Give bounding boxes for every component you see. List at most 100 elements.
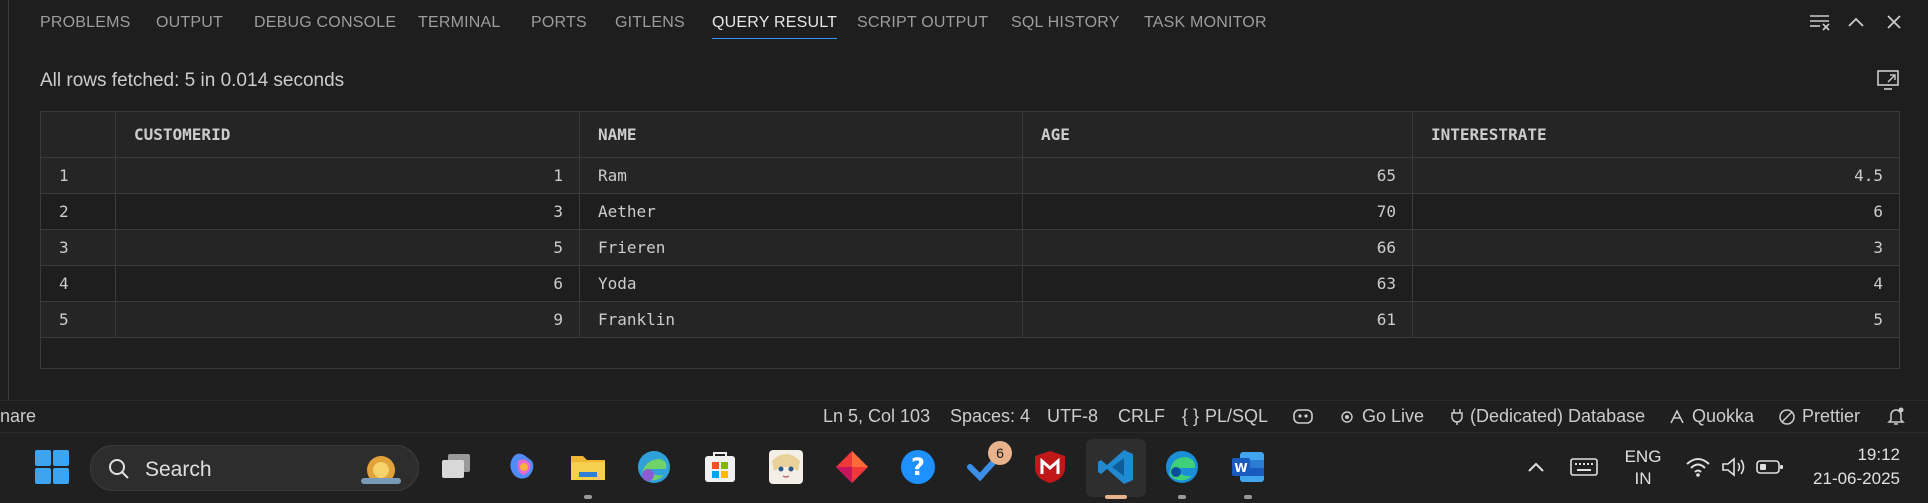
running-indicator bbox=[1178, 495, 1186, 499]
maximize-panel-icon[interactable] bbox=[1844, 10, 1868, 34]
row-index: 2 bbox=[41, 194, 116, 229]
start-icon[interactable] bbox=[32, 447, 72, 487]
file-explorer-icon[interactable] bbox=[568, 447, 608, 499]
taskbar-search-box[interactable]: Search bbox=[90, 445, 419, 491]
table-row[interactable]: 4 6 Yoda 63 4 bbox=[41, 266, 1899, 302]
vscode-icon[interactable] bbox=[1096, 447, 1136, 499]
copilot-icon[interactable] bbox=[502, 447, 542, 487]
red-diamond-app-icon[interactable] bbox=[832, 447, 872, 487]
query-result-grid: CUSTOMERID NAME AGE INTERESTRATE 1 1 Ram… bbox=[40, 111, 1900, 369]
cell-name[interactable]: Aether bbox=[580, 194, 1023, 229]
edge-beta-icon[interactable] bbox=[634, 447, 674, 487]
status-left-fragment[interactable]: nare bbox=[0, 406, 36, 427]
todo-badge: 6 bbox=[988, 441, 1012, 465]
status-eol[interactable]: CRLF bbox=[1118, 406, 1165, 427]
quokka-status[interactable]: Quokka bbox=[1668, 406, 1754, 427]
cell-customerid[interactable]: 1 bbox=[116, 158, 580, 193]
tab-task-monitor[interactable]: TASK MONITOR bbox=[1144, 14, 1267, 32]
cell-customerid[interactable]: 6 bbox=[116, 266, 580, 301]
table-row[interactable]: 2 3 Aether 70 6 bbox=[41, 194, 1899, 230]
volume-icon[interactable] bbox=[1714, 447, 1754, 487]
quokka-label: Quokka bbox=[1692, 406, 1755, 426]
windows-taskbar: Search ? 6 W ENG IN 19:12 21-06-2025 bbox=[0, 432, 1928, 503]
task-view-icon[interactable] bbox=[436, 447, 476, 487]
row-index: 4 bbox=[41, 266, 116, 301]
prettier-label: Prettier bbox=[1802, 406, 1861, 426]
panel-tabs: PROBLEMS OUTPUT DEBUG CONSOLE TERMINAL P… bbox=[0, 0, 1928, 44]
plug-icon bbox=[1451, 408, 1463, 425]
input-region[interactable]: IN bbox=[1620, 469, 1666, 489]
word-icon[interactable]: W bbox=[1228, 447, 1268, 499]
go-live-button[interactable]: Go Live bbox=[1338, 406, 1424, 427]
row-index: 1 bbox=[41, 158, 116, 193]
battery-icon[interactable] bbox=[1750, 447, 1790, 487]
close-panel-icon[interactable] bbox=[1882, 10, 1906, 34]
tab-query-result[interactable]: QUERY RESULT bbox=[712, 14, 838, 39]
chevron-up-icon[interactable] bbox=[1516, 447, 1556, 487]
cell-customerid[interactable]: 3 bbox=[116, 194, 580, 229]
cell-customerid[interactable]: 5 bbox=[116, 230, 580, 265]
status-indentation[interactable]: Spaces: 4 bbox=[950, 406, 1030, 427]
clock-time[interactable]: 19:12 bbox=[1806, 445, 1900, 465]
cell-name[interactable]: Frieren bbox=[580, 230, 1023, 265]
edge-icon[interactable] bbox=[1162, 447, 1202, 499]
ms-store-icon[interactable] bbox=[700, 447, 740, 487]
table-row[interactable]: 3 5 Frieren 66 3 bbox=[41, 230, 1899, 266]
tab-output[interactable]: OUTPUT bbox=[156, 14, 223, 32]
cell-age[interactable]: 70 bbox=[1023, 194, 1413, 229]
cell-interestrate[interactable]: 4.5 bbox=[1413, 158, 1899, 193]
clear-output-icon[interactable] bbox=[1808, 10, 1832, 34]
search-icon bbox=[109, 459, 129, 479]
header-customerid[interactable]: CUSTOMERID bbox=[116, 112, 580, 157]
database-status[interactable]: (Dedicated) Database bbox=[1450, 406, 1645, 427]
tab-sql-history[interactable]: SQL HISTORY bbox=[1011, 14, 1120, 32]
table-row[interactable]: 1 1 Ram 65 4.5 bbox=[41, 158, 1899, 194]
cell-interestrate[interactable]: 6 bbox=[1413, 194, 1899, 229]
header-index[interactable] bbox=[41, 112, 116, 157]
header-age[interactable]: AGE bbox=[1023, 112, 1413, 157]
grid-header: CUSTOMERID NAME AGE INTERESTRATE bbox=[41, 112, 1899, 158]
cell-name[interactable]: Ram bbox=[580, 158, 1023, 193]
open-in-editor-icon[interactable] bbox=[1876, 68, 1902, 92]
tab-ports[interactable]: PORTS bbox=[531, 14, 587, 32]
svg-text:?: ? bbox=[911, 453, 925, 481]
tab-script-output[interactable]: SCRIPT OUTPUT bbox=[857, 14, 988, 32]
copilot-status-icon[interactable] bbox=[1292, 406, 1314, 426]
keyboard-icon[interactable] bbox=[1564, 447, 1604, 487]
row-index: 3 bbox=[41, 230, 116, 265]
status-cursor-position[interactable]: Ln 5, Col 103 bbox=[823, 406, 930, 427]
tab-terminal[interactable]: TERMINAL bbox=[418, 14, 501, 32]
cell-name[interactable]: Yoda bbox=[580, 266, 1023, 301]
help-icon[interactable]: ? bbox=[898, 447, 938, 487]
tab-problems[interactable]: PROBLEMS bbox=[40, 14, 131, 32]
header-interestrate[interactable]: INTERESTRATE bbox=[1413, 112, 1899, 157]
cell-interestrate[interactable]: 4 bbox=[1413, 266, 1899, 301]
bottom-panel: PROBLEMS OUTPUT DEBUG CONSOLE TERMINAL P… bbox=[0, 0, 1928, 400]
cell-name[interactable]: Franklin bbox=[580, 302, 1023, 337]
tab-gitlens[interactable]: GITLENS bbox=[615, 14, 685, 32]
go-live-label: Go Live bbox=[1362, 406, 1425, 426]
cell-age[interactable]: 61 bbox=[1023, 302, 1413, 337]
cell-age[interactable]: 66 bbox=[1023, 230, 1413, 265]
prettier-status[interactable]: Prettier bbox=[1778, 406, 1860, 427]
tab-debug-console[interactable]: DEBUG CONSOLE bbox=[254, 14, 396, 32]
notifications-bell-icon[interactable] bbox=[1886, 406, 1906, 426]
status-encoding[interactable]: UTF-8 bbox=[1047, 406, 1098, 427]
mcafee-icon[interactable] bbox=[1030, 447, 1070, 487]
header-name[interactable]: NAME bbox=[580, 112, 1023, 157]
anime-app-icon[interactable] bbox=[766, 447, 806, 487]
table-row[interactable]: 5 9 Franklin 61 5 bbox=[41, 302, 1899, 338]
braces-icon: { } bbox=[1182, 406, 1200, 426]
cell-interestrate[interactable]: 5 bbox=[1413, 302, 1899, 337]
cell-age[interactable]: 63 bbox=[1023, 266, 1413, 301]
status-language[interactable]: { } PL/SQL bbox=[1182, 406, 1268, 427]
cell-interestrate[interactable]: 3 bbox=[1413, 230, 1899, 265]
search-label: Search bbox=[145, 458, 212, 481]
input-language[interactable]: ENG bbox=[1620, 447, 1666, 467]
status-language-label: PL/SQL bbox=[1205, 406, 1269, 426]
cell-customerid[interactable]: 9 bbox=[116, 302, 580, 337]
clock-date[interactable]: 21-06-2025 bbox=[1800, 469, 1900, 489]
cell-age[interactable]: 65 bbox=[1023, 158, 1413, 193]
todo-icon[interactable]: 6 bbox=[964, 441, 1012, 487]
wifi-icon[interactable] bbox=[1678, 447, 1718, 487]
